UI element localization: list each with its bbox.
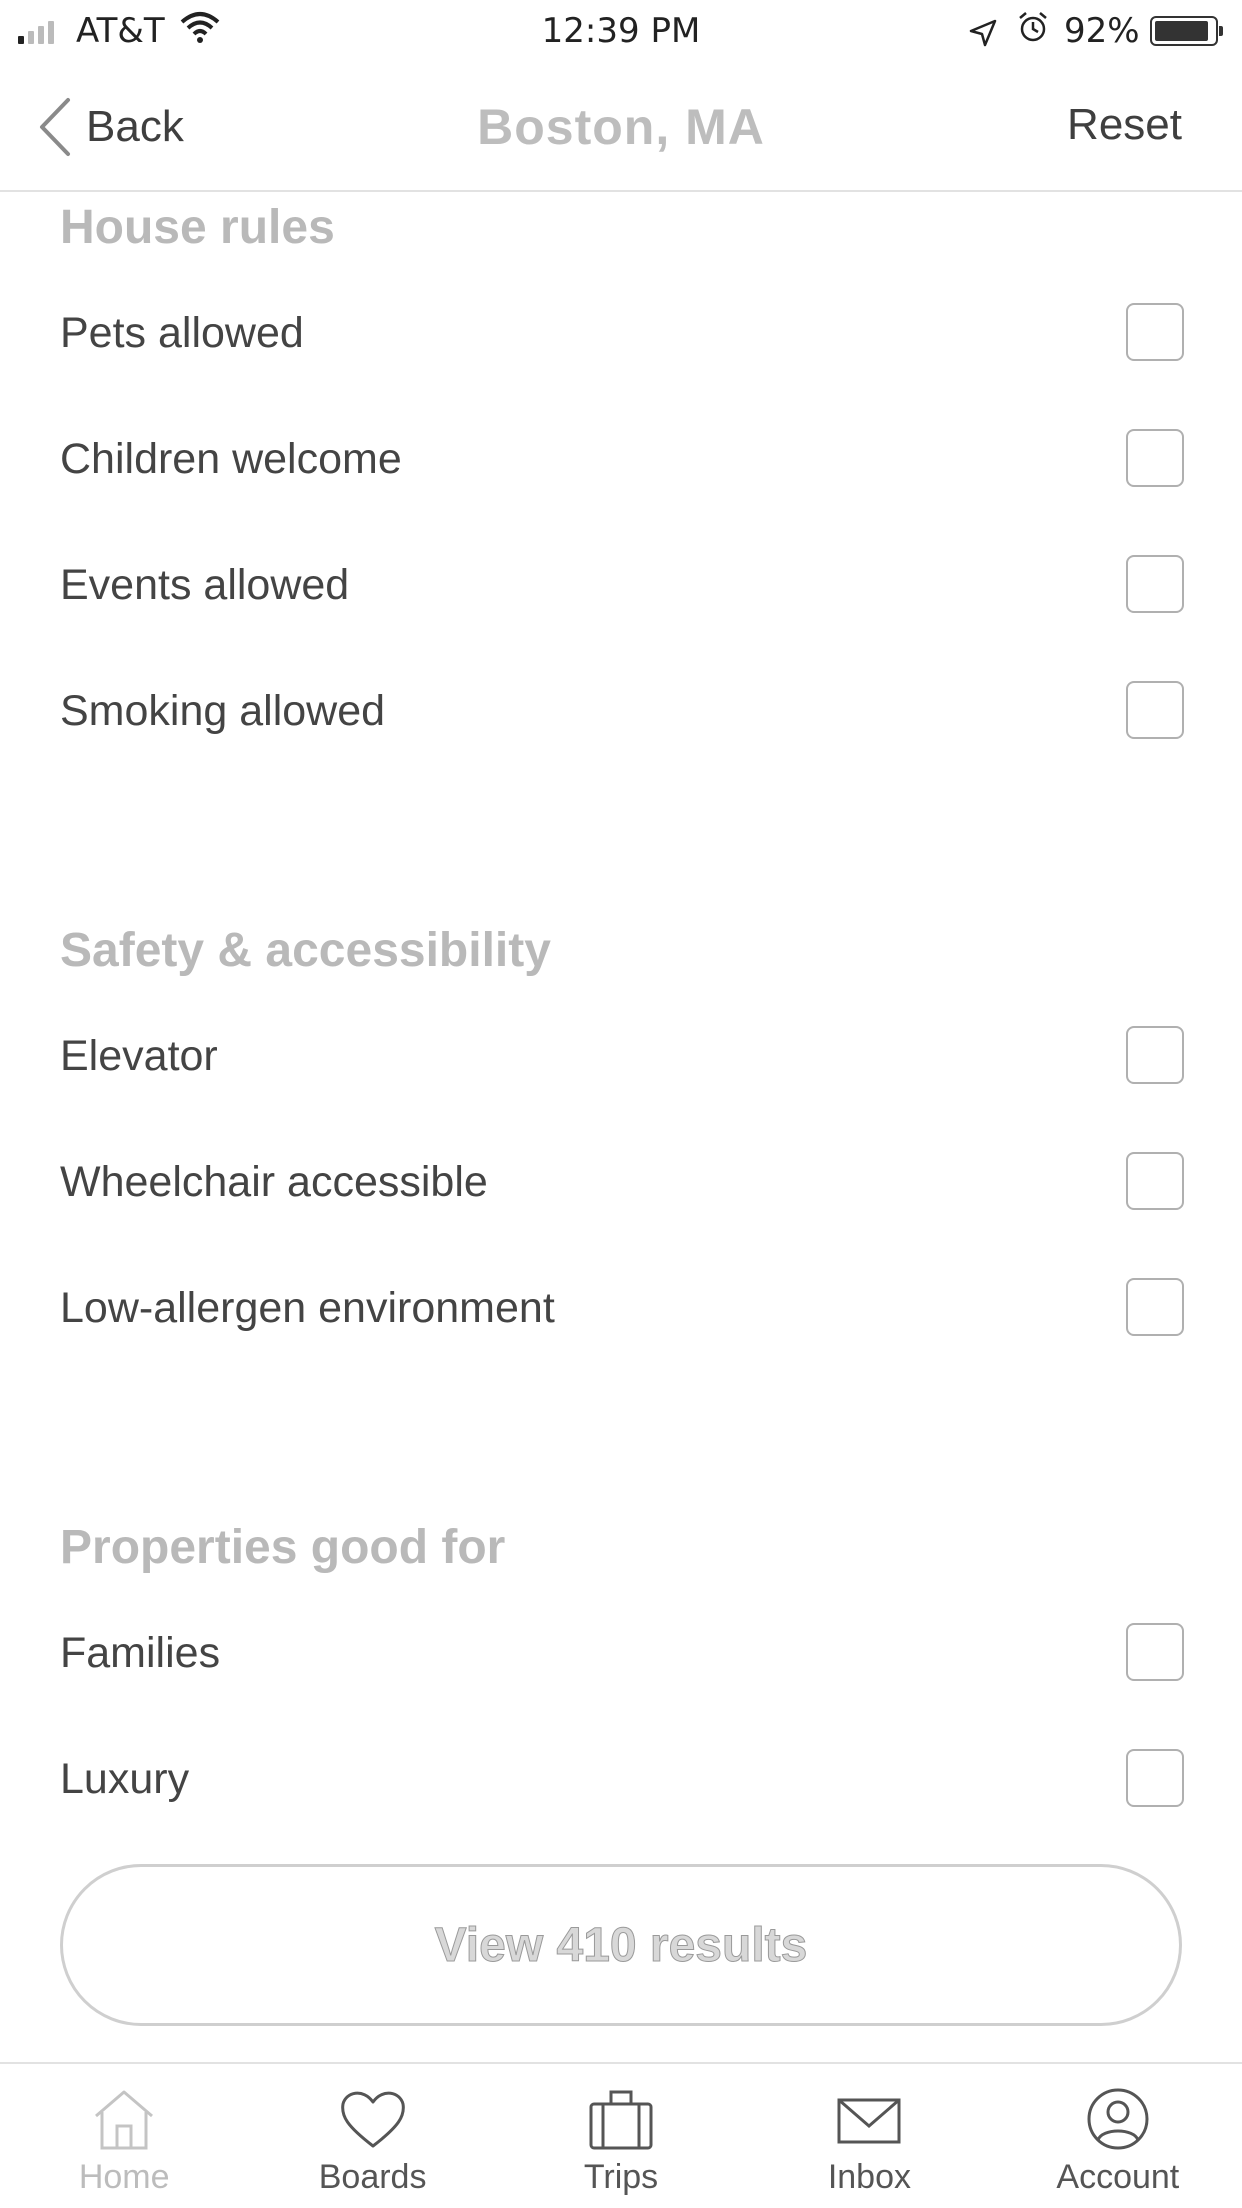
suitcase-icon: [589, 2090, 653, 2150]
checkbox[interactable]: [1126, 429, 1184, 487]
tab-label: Account: [1056, 2158, 1180, 2196]
option-pets-allowed[interactable]: Pets allowed: [0, 270, 1242, 396]
tab-label: Trips: [583, 2158, 659, 2196]
user-circle-icon: [1087, 2088, 1149, 2150]
alarm-icon: [1016, 10, 1050, 56]
tab-trips[interactable]: Trips: [497, 2064, 745, 2208]
checkbox[interactable]: [1126, 681, 1184, 739]
section-title-safety-accessibility: Safety & accessibility: [60, 924, 551, 977]
tab-boards[interactable]: Boards: [248, 2064, 496, 2208]
tab-label: Inbox: [827, 2158, 912, 2196]
option-label: Wheelchair accessible: [60, 1158, 488, 1206]
checkbox[interactable]: [1126, 1026, 1184, 1084]
status-bar: AT&T 12:39 PM 92%: [0, 0, 1242, 62]
option-smoking-allowed[interactable]: Smoking allowed: [0, 648, 1242, 774]
reset-button[interactable]: Reset: [1067, 100, 1182, 150]
location-arrow-icon: [968, 14, 998, 60]
battery-icon: [1150, 16, 1223, 46]
option-wheelchair-accessible[interactable]: Wheelchair accessible: [0, 1119, 1242, 1245]
page-title: Boston, MA: [477, 99, 765, 155]
option-low-allergen-environment[interactable]: Low-allergen environment: [0, 1245, 1242, 1371]
status-time: 12:39 PM: [541, 11, 701, 51]
nav-bar: Back Boston, MA Reset: [0, 62, 1242, 192]
filters-list[interactable]: House rules Pets allowed Children welcom…: [0, 192, 1242, 1832]
tab-label: Home: [78, 2158, 170, 2196]
option-label: Luxury: [60, 1755, 190, 1803]
option-events-allowed[interactable]: Events allowed: [0, 522, 1242, 648]
results-footer: View 410 results: [0, 1832, 1242, 2062]
option-label: Families: [60, 1629, 221, 1677]
checkbox[interactable]: [1126, 1278, 1184, 1336]
tab-home[interactable]: Home: [0, 2064, 248, 2208]
tab-inbox[interactable]: Inbox: [745, 2064, 993, 2208]
option-label: Low-allergen environment: [60, 1284, 555, 1332]
home-icon: [95, 2090, 154, 2150]
view-results-label: View 410 results: [434, 1918, 808, 1972]
tab-account[interactable]: Account: [994, 2064, 1242, 2208]
checkbox[interactable]: [1126, 1749, 1184, 1807]
option-label: Events allowed: [60, 561, 350, 609]
option-label: Elevator: [60, 1032, 218, 1080]
option-families[interactable]: Families: [0, 1590, 1242, 1716]
battery-percent: 92%: [1064, 11, 1140, 51]
checkbox[interactable]: [1126, 1623, 1184, 1681]
option-label: Pets allowed: [60, 309, 304, 357]
option-label: Children welcome: [60, 435, 402, 483]
section-title-house-rules: House rules: [60, 201, 335, 254]
view-results-button[interactable]: View 410 results: [60, 1864, 1182, 2026]
checkbox[interactable]: [1126, 555, 1184, 613]
tab-bar: Home Boards Trips Inbox Account: [0, 2062, 1242, 2208]
option-elevator[interactable]: Elevator: [0, 993, 1242, 1119]
envelope-icon: [837, 2098, 901, 2144]
tab-label: Boards: [318, 2158, 427, 2196]
checkbox[interactable]: [1126, 303, 1184, 361]
checkbox[interactable]: [1126, 1152, 1184, 1210]
option-label: Smoking allowed: [60, 687, 386, 735]
option-children-welcome[interactable]: Children welcome: [0, 396, 1242, 522]
heart-icon: [340, 2091, 405, 2148]
option-luxury[interactable]: Luxury: [0, 1716, 1242, 1832]
section-title-properties-good-for: Properties good for: [60, 1521, 506, 1574]
